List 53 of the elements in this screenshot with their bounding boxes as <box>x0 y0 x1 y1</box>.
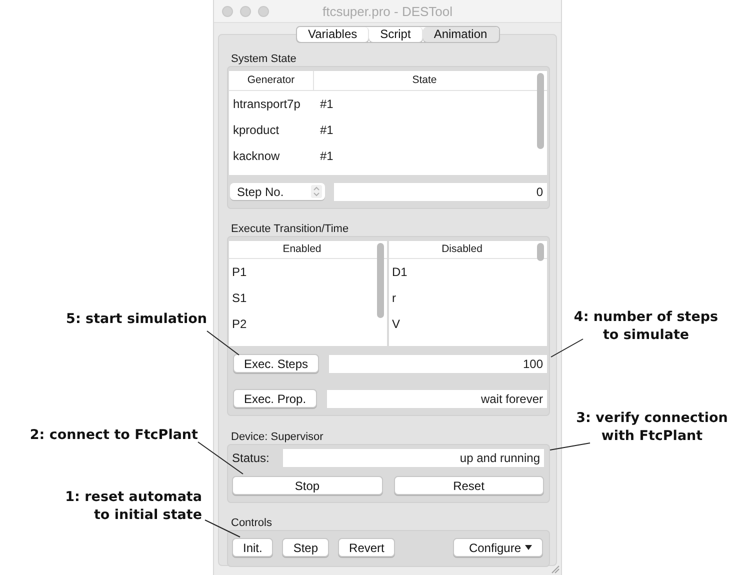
column-header[interactable]: State <box>314 71 547 90</box>
window-title: ftcsuper.pro - DESTool <box>322 4 453 18</box>
group-title: Device: Supervisor <box>231 431 324 443</box>
list-item[interactable]: V <box>389 311 547 337</box>
control-button[interactable]: Revert <box>338 538 396 557</box>
step-field[interactable]: 0 <box>334 183 547 201</box>
list-item[interactable]: P1 <box>229 259 387 285</box>
table-cell-text: htransport7p <box>232 96 302 113</box>
exec-button[interactable]: Exec. Steps <box>233 354 320 373</box>
status-label: Status: <box>231 451 270 465</box>
callout-text: 1: reset automata to initial state <box>65 488 202 524</box>
list-item[interactable]: S1 <box>229 285 387 311</box>
device-button[interactable]: Reset <box>394 476 544 495</box>
scrollbar[interactable] <box>537 243 544 261</box>
scrollbar[interactable] <box>377 243 384 318</box>
leader-line <box>206 330 240 356</box>
group-title: Execute Transition/Time <box>231 223 350 235</box>
scrollbar[interactable] <box>537 73 544 149</box>
callout-text: 4: number of steps to simulate <box>572 308 720 344</box>
table-cell-text: #1 <box>319 122 334 139</box>
tab[interactable]: Animation <box>422 27 500 42</box>
step-select[interactable]: Step No. <box>230 183 325 200</box>
column-header[interactable]: Generator <box>229 71 314 90</box>
close-button[interactable] <box>222 6 233 16</box>
stepper-icon <box>311 185 322 198</box>
minimize-button[interactable] <box>240 6 251 16</box>
value-field[interactable]: wait forever <box>327 390 547 408</box>
list-item[interactable]: D1 <box>389 259 547 285</box>
tab[interactable]: Variables <box>297 27 370 42</box>
control-button[interactable]: Init. <box>232 538 274 557</box>
table-cell-text: #1 <box>319 96 334 113</box>
table-cell-text: kacknow <box>232 148 281 165</box>
menu-button[interactable]: Configure <box>452 538 543 557</box>
device-button[interactable]: Stop <box>232 476 382 495</box>
leader-line <box>550 442 590 450</box>
status-field: up and running <box>283 449 544 467</box>
list-item[interactable]: r <box>389 285 547 311</box>
group-title: Controls <box>231 517 273 529</box>
resize-grip-icon[interactable] <box>551 565 560 574</box>
exec-button[interactable]: Exec. Prop. <box>233 389 318 408</box>
tab[interactable]: Script <box>369 27 423 42</box>
group-title: System State <box>231 53 298 65</box>
callout-text: 2: connect to FtcPlant <box>30 426 198 444</box>
callout-text: 5: start simulation <box>66 310 207 328</box>
zoom-button[interactable] <box>258 6 269 16</box>
list-item[interactable]: P2 <box>229 311 387 337</box>
table-cell-text: kproduct <box>232 122 280 139</box>
caret-icon <box>525 545 532 550</box>
control-button[interactable]: Step <box>282 538 330 557</box>
table-cell-text: #1 <box>319 148 334 165</box>
callout-text: 3: verify connection with FtcPlant <box>575 409 729 445</box>
leader-line <box>550 338 584 358</box>
value-field[interactable]: 100 <box>329 354 547 372</box>
